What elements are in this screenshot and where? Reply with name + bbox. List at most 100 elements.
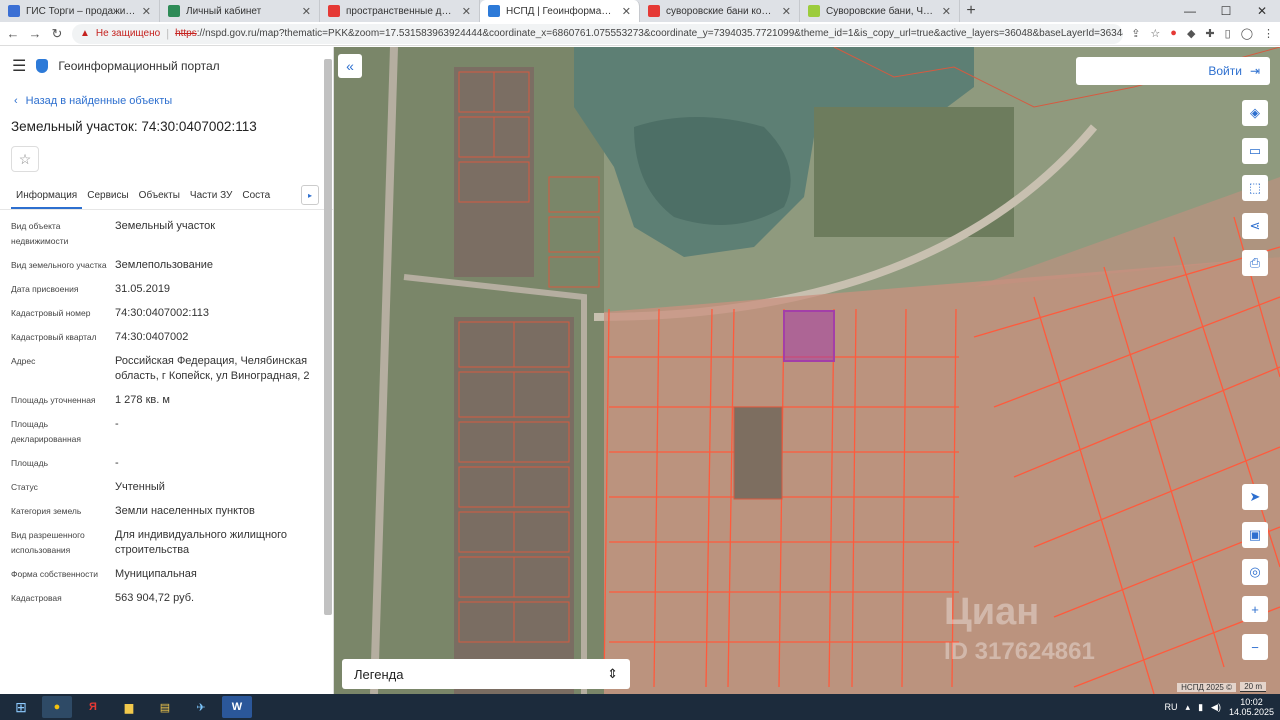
tab-title: НСПД | Геоинформационный п xyxy=(506,5,616,17)
chrome-icon[interactable]: ● xyxy=(42,696,72,718)
windows-taskbar: ⊞ ● Я ▆ ▤ ✈ W RU ▴ ▮ ◀) 10:02 14.05.2025 xyxy=(0,694,1280,720)
tab-close-icon[interactable]: ✕ xyxy=(942,5,951,18)
map-attribution: НСПД 2025 © xyxy=(1177,683,1236,692)
login-icon: ⇥ xyxy=(1249,64,1260,78)
property-value: 1 278 кв. м xyxy=(115,394,170,406)
tab-composition[interactable]: Соста xyxy=(237,184,275,209)
geolocation-button[interactable]: ◎ xyxy=(1242,559,1268,585)
volume-icon[interactable]: ◀) xyxy=(1211,702,1221,713)
browser-tab[interactable]: Суворовские бани, Челябинска ✕ xyxy=(800,0,960,22)
selected-parcel[interactable] xyxy=(783,310,835,362)
tab-close-icon[interactable]: ✕ xyxy=(622,5,631,18)
browser-tab[interactable]: Личный кабинет ✕ xyxy=(160,0,320,22)
word-icon[interactable]: W xyxy=(222,696,252,718)
measure-button[interactable]: ▭ xyxy=(1242,138,1268,164)
extension-icon[interactable]: ◆ xyxy=(1187,27,1195,40)
browser-tab[interactable]: суворовские бани копейск — Я ✕ xyxy=(640,0,800,22)
zoom-out-button[interactable]: − xyxy=(1242,634,1268,660)
address-bar[interactable]: ▲ Не защищено | https://nspd.gov.ru/map?… xyxy=(72,23,1124,44)
property-key: Статус xyxy=(11,482,38,492)
url-scheme: https xyxy=(175,28,197,39)
collapse-panel-button[interactable]: « xyxy=(338,54,362,78)
maximize-icon[interactable]: ☐ xyxy=(1208,0,1244,22)
legend-dropdown[interactable]: Легенда ⇕ xyxy=(342,659,630,689)
select-area-button[interactable]: ⬚ xyxy=(1242,175,1268,201)
print-button[interactable]: ⎙ xyxy=(1242,250,1268,276)
network-icon[interactable]: ▮ xyxy=(1198,702,1203,713)
property-row: Кадастровый квартал 74:30:0407002 xyxy=(11,330,333,345)
info-panel: ☰ Геоинформационный портал ‹ Назад в най… xyxy=(0,47,334,694)
tab-objects[interactable]: Объекты xyxy=(134,184,185,209)
system-tray: RU ▴ ▮ ◀) 10:02 14.05.2025 xyxy=(1165,697,1274,717)
property-value: Для индивидуального жилищного строительс… xyxy=(115,529,288,556)
tab-parts[interactable]: Части ЗУ xyxy=(185,184,237,209)
property-key: Категория земель xyxy=(11,506,82,516)
file-explorer-icon[interactable]: ▤ xyxy=(150,696,180,718)
tabs-scroll-right-button[interactable]: ▸ xyxy=(301,185,319,205)
favorite-star-button[interactable]: ☆ xyxy=(11,146,39,172)
profile-icon[interactable]: ◯ xyxy=(1241,27,1253,40)
minimap-button[interactable]: ▣ xyxy=(1242,522,1268,548)
tab-close-icon[interactable]: ✕ xyxy=(782,5,791,18)
clock[interactable]: 10:02 14.05.2025 xyxy=(1229,697,1274,717)
tab-close-icon[interactable]: ✕ xyxy=(462,5,471,18)
login-button[interactable]: Войти ⇥ xyxy=(1076,57,1270,85)
zoom-in-button[interactable]: + xyxy=(1242,596,1268,622)
remote-app-icon[interactable]: ✈ xyxy=(186,696,216,718)
property-row: Вид разрешенного использования Для индиви… xyxy=(11,528,333,558)
clock-time: 10:02 xyxy=(1240,697,1263,707)
locate-button[interactable]: ➤ xyxy=(1242,484,1268,510)
language-indicator[interactable]: RU xyxy=(1165,702,1178,712)
new-tab-button[interactable]: + xyxy=(960,0,982,22)
tab-services[interactable]: Сервисы xyxy=(82,184,133,209)
puzzle-icon[interactable]: ✚ xyxy=(1205,27,1214,40)
address-separator: | xyxy=(166,27,170,40)
property-row: Кадастровый номер 74:30:0407002:113 xyxy=(11,306,333,321)
browser-tab[interactable]: пространственные данные рос ✕ xyxy=(320,0,480,22)
map-view[interactable]: Циан ID 317624861 « Войти ⇥ ◈ ▭ ⬚ ⋖ ⎙ ➤ ▣… xyxy=(334,47,1280,694)
property-key: Кадастровый квартал xyxy=(11,332,97,342)
tab-close-icon[interactable]: ✕ xyxy=(302,5,311,18)
minimize-icon[interactable]: — xyxy=(1172,0,1208,22)
property-value: - xyxy=(115,418,119,430)
yandex-browser-icon[interactable]: Я xyxy=(78,696,108,718)
folder-icon[interactable]: ▆ xyxy=(114,696,144,718)
property-value: 74:30:0407002 xyxy=(115,331,189,343)
target-icon: ◎ xyxy=(1249,564,1261,579)
share-icon[interactable]: ⇪ xyxy=(1131,27,1140,40)
back-arrow-icon[interactable]: ← xyxy=(6,26,20,41)
tab-favicon-icon xyxy=(808,5,820,17)
layers-icon: ◈ xyxy=(1250,105,1260,120)
url-text: ://nspd.gov.ru/map?thematic=PKK&zoom=17.… xyxy=(196,28,1124,39)
share-map-button[interactable]: ⋖ xyxy=(1242,213,1268,239)
reload-icon[interactable]: ↻ xyxy=(50,26,64,42)
property-row: Вид объекта недвижимости Земельный участо… xyxy=(11,219,333,249)
tray-arrow-icon[interactable]: ▴ xyxy=(1186,702,1191,713)
browser-tab[interactable]: ГИС Торги – продажи государст ✕ xyxy=(0,0,160,22)
tab-information[interactable]: Информация xyxy=(11,184,83,209)
property-key: Форма собственности xyxy=(11,569,98,579)
layers-button[interactable]: ◈ xyxy=(1242,100,1268,126)
property-key: Кадастровый номер xyxy=(11,308,91,318)
menu-icon[interactable]: ⋮ xyxy=(1263,27,1274,40)
property-key: Кадастровая xyxy=(11,593,62,603)
sidebar-icon[interactable]: ▯ xyxy=(1225,27,1231,40)
property-key: Вид земельного участка xyxy=(11,260,107,270)
warning-icon: ▲ xyxy=(80,28,90,39)
bookmark-star-icon[interactable]: ☆ xyxy=(1150,27,1160,40)
watermark-id: ID 317624861 xyxy=(944,638,1095,665)
property-value: Земельный участок xyxy=(115,220,216,232)
yandex-icon[interactable]: ● xyxy=(1170,27,1177,40)
portal-logo-icon xyxy=(36,59,49,73)
back-to-results-link[interactable]: ‹ Назад в найденные объекты xyxy=(0,85,333,107)
close-window-icon[interactable]: ✕ xyxy=(1244,0,1280,22)
forward-arrow-icon[interactable]: → xyxy=(28,26,42,41)
panel-scrollbar[interactable] xyxy=(324,59,332,615)
minimap-icon: ▣ xyxy=(1248,527,1262,542)
property-key: Площадь декларированная xyxy=(11,419,81,444)
start-icon[interactable]: ⊞ xyxy=(6,696,36,718)
hamburger-icon[interactable]: ☰ xyxy=(12,56,26,76)
browser-tab[interactable]: НСПД | Геоинформационный п ✕ xyxy=(480,0,640,22)
legend-label: Легенда xyxy=(354,666,404,682)
tab-close-icon[interactable]: ✕ xyxy=(142,5,151,18)
